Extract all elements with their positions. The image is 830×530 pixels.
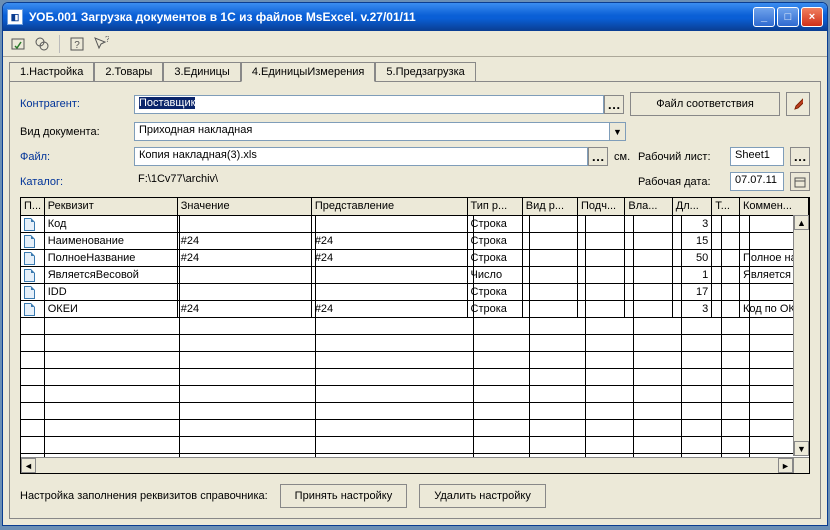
toolbar: ? ? (3, 31, 827, 57)
footer: Настройка заполнения реквизитов справочн… (20, 474, 810, 508)
svg-text:?: ? (74, 40, 80, 51)
date-label: Рабочая дата: (638, 176, 724, 188)
date-pick-button[interactable] (790, 172, 810, 191)
delete-settings-button[interactable]: Удалить настройку (419, 484, 546, 508)
sheet-select-button[interactable]: … (790, 147, 810, 166)
tab-units-measure[interactable]: 4.ЕдиницыИзмерения (241, 62, 376, 82)
edit-match-button[interactable] (786, 92, 810, 116)
catalog-value: F:\1Cv77\archiv\ (134, 172, 632, 191)
toolbar-icon-1[interactable] (9, 35, 27, 53)
app-window: ◧ УОБ.001 Загрузка документов в 1С из фа… (2, 2, 828, 526)
horizontal-scrollbar[interactable]: ◄ ► (21, 457, 793, 473)
tab-settings[interactable]: 1.Настройка (9, 62, 94, 82)
col-header[interactable]: Вид р... (523, 198, 578, 215)
cursor-help-icon[interactable]: ? (92, 35, 110, 53)
accept-settings-button[interactable]: Принять настройку (280, 484, 408, 508)
scroll-left-icon[interactable]: ◄ (21, 458, 36, 473)
svg-text:?: ? (105, 36, 109, 44)
kontragent-input[interactable]: Поставщик (134, 95, 604, 114)
tab-panel: Контрагент: Поставщик … Файл соответстви… (9, 81, 821, 519)
sheet-input[interactable]: Sheet1 (730, 147, 784, 166)
col-header[interactable]: Реквизит (45, 198, 178, 215)
tab-preload[interactable]: 5.Предзагрузка (375, 62, 475, 82)
vid-doc-select[interactable]: Приходная накладная (134, 122, 626, 141)
sheet-label: Рабочий лист: (638, 151, 724, 163)
tab-bar: 1.Настройка 2.Товары 3.Единицы 4.Единицы… (3, 57, 827, 81)
data-grid[interactable]: П... Реквизит Значение Представление Тип… (20, 197, 810, 474)
toolbar-icon-2[interactable] (33, 35, 51, 53)
grid-header: П... Реквизит Значение Представление Тип… (21, 198, 809, 216)
close-button[interactable]: × (801, 7, 823, 27)
titlebar[interactable]: ◧ УОБ.001 Загрузка документов в 1С из фа… (3, 3, 827, 31)
col-header[interactable]: Представление (312, 198, 468, 215)
maximize-button[interactable]: □ (777, 7, 799, 27)
col-header[interactable]: Тип р... (468, 198, 523, 215)
match-file-button[interactable]: Файл соответствия (630, 92, 780, 116)
file-browse-button[interactable]: … (588, 147, 608, 166)
app-icon: ◧ (7, 9, 23, 25)
col-header[interactable]: Коммен... (740, 198, 809, 215)
scroll-right-icon[interactable]: ► (778, 458, 793, 473)
scroll-up-icon[interactable]: ▲ (794, 215, 809, 230)
window-title: УОБ.001 Загрузка документов в 1С из файл… (29, 10, 753, 24)
col-header[interactable]: П... (21, 198, 45, 215)
chevron-down-icon[interactable]: ▼ (609, 123, 625, 140)
vid-doc-label: Вид документа: (20, 126, 128, 138)
vertical-scrollbar[interactable]: ▲ ▼ (793, 215, 809, 456)
minimize-button[interactable]: _ (753, 7, 775, 27)
file-input[interactable]: Копия накладная(3).xls (134, 147, 588, 166)
help-icon[interactable]: ? (68, 35, 86, 53)
kontragent-select-button[interactable]: … (604, 95, 624, 114)
col-header[interactable]: Значение (178, 198, 312, 215)
scroll-down-icon[interactable]: ▼ (794, 441, 809, 456)
tab-units[interactable]: 3.Единицы (163, 62, 241, 82)
catalog-label: Каталог: (20, 176, 128, 188)
toolbar-separator (59, 35, 60, 53)
pencil-icon (793, 97, 803, 111)
calendar-icon (794, 176, 806, 188)
kontragent-label: Контрагент: (20, 98, 128, 110)
scroll-corner (793, 457, 809, 473)
see-label: см. (614, 151, 632, 163)
col-header[interactable]: Вла... (625, 198, 672, 215)
date-input[interactable]: 07.07.11 (730, 172, 784, 191)
col-header[interactable]: Т... (712, 198, 740, 215)
footer-label: Настройка заполнения реквизитов справочн… (20, 490, 268, 502)
col-header[interactable]: Дл... (673, 198, 713, 215)
file-label: Файл: (20, 151, 128, 163)
col-header[interactable]: Подч... (578, 198, 625, 215)
tab-goods[interactable]: 2.Товары (94, 62, 163, 82)
